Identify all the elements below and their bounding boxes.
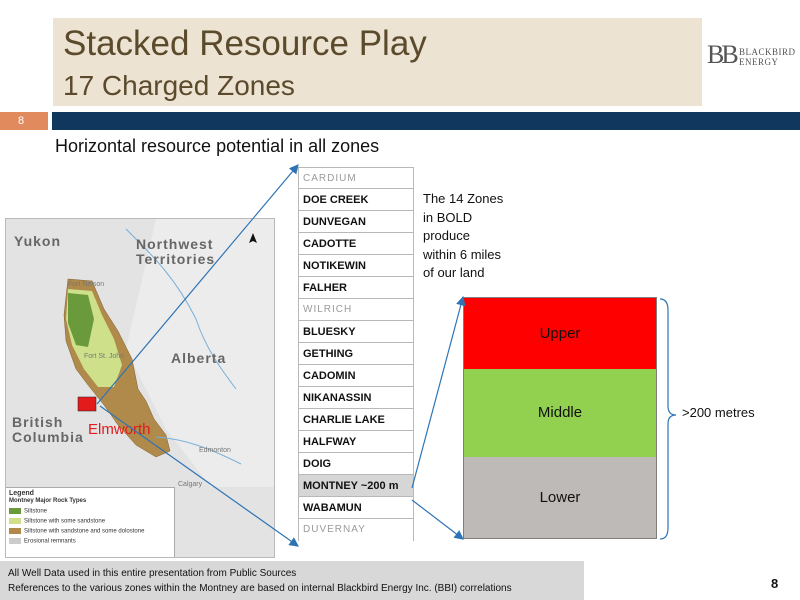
connector-lines	[96, 164, 677, 547]
source-footnote: All Well Data used in this entire presen…	[0, 561, 584, 600]
connector-montney-bottom	[411, 499, 464, 540]
footnote-line-2: References to the various zones within t…	[8, 583, 512, 594]
connector-map-top	[96, 164, 299, 405]
footnote-line-1: All Well Data used in this entire presen…	[8, 568, 297, 579]
thickness-brace	[659, 298, 677, 540]
connector-map-bottom	[99, 405, 299, 547]
page-number: 8	[771, 576, 779, 591]
connector-montney-top	[411, 295, 466, 489]
